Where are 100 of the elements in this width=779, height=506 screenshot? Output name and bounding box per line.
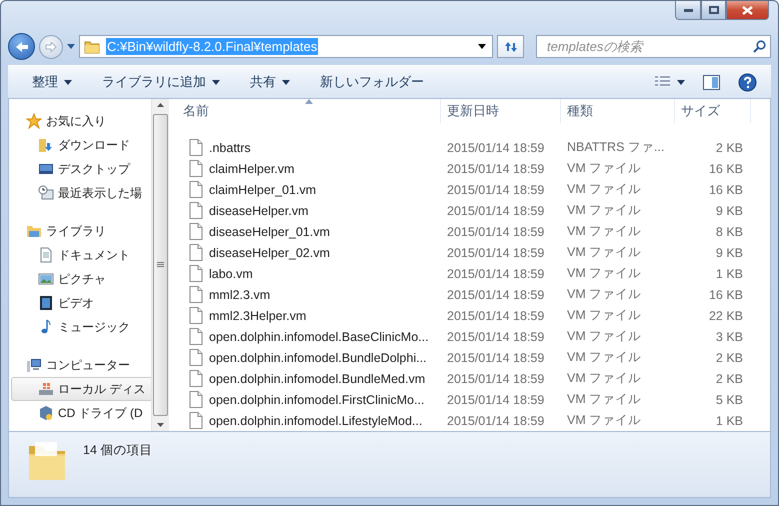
back-button[interactable] [8, 33, 35, 60]
file-icon [189, 139, 203, 156]
column-header[interactable]: 種類 [561, 99, 675, 123]
file-name[interactable]: mml2.3.vm [209, 288, 270, 302]
table-cell-text: 2015/01/14 18:59 [446, 392, 546, 406]
toolbar-button[interactable]: 整理 [20, 69, 84, 95]
file-name[interactable]: open.dolphin.infomodel.BundleDolphi... [209, 350, 427, 364]
minimize-button[interactable] [675, 1, 701, 20]
file-icon [189, 328, 203, 345]
scrollbar[interactable] [151, 99, 169, 431]
file-name[interactable]: claimHelper_01.vm [209, 182, 316, 196]
toolbar-button[interactable]: ライブラリに追加 [90, 69, 232, 95]
table-cell-text: VM ファイル [566, 307, 642, 324]
table-cell-text: VM ファイル [566, 391, 642, 408]
sort-arrow-icon [304, 99, 312, 104]
preview-pane-button[interactable] [701, 72, 722, 92]
file-name[interactable]: diseaseHelper.vm [209, 204, 308, 218]
help-button[interactable] [736, 70, 759, 94]
picture-icon [38, 271, 54, 287]
toolbar-button[interactable]: 新しいフォルダー [308, 69, 436, 95]
refresh-icon [504, 40, 518, 52]
search-icon [753, 40, 766, 53]
column-header[interactable]: 更新日時 [441, 99, 561, 123]
file-name[interactable]: .nbattrs [209, 140, 251, 154]
maximize-button[interactable] [701, 1, 726, 20]
table-cell-text: VM ファイル [566, 160, 642, 177]
file-icon [189, 307, 203, 324]
recent-places-icon [38, 185, 54, 201]
details-view-icon [655, 76, 671, 88]
file-icon [189, 349, 203, 366]
close-icon [742, 6, 753, 14]
dropdown-icon[interactable] [478, 44, 486, 49]
close-button[interactable] [726, 1, 769, 20]
table-cell-text: 22 KB [708, 308, 744, 322]
history-dropdown-icon[interactable] [67, 44, 75, 49]
table-cell-text: VM ファイル [566, 244, 642, 261]
document-icon [38, 247, 54, 263]
file-icon [189, 160, 203, 177]
sidebar-item[interactable]: ビデオ [11, 291, 151, 315]
search-box[interactable]: templatesの検索 [536, 35, 771, 58]
table-cell-text: VM ファイル [566, 181, 642, 198]
grip-icon [157, 262, 164, 268]
table-cell-text: 2015/01/14 18:59 [446, 224, 546, 238]
sidebar-item[interactable]: CD ドライブ (D [11, 401, 151, 425]
column-header[interactable]: 名前 [169, 99, 441, 123]
file-icon [189, 286, 203, 303]
file-name[interactable]: open.dolphin.infomodel.BaseClinicMo... [209, 330, 429, 344]
sidebar-item[interactable]: 最近表示した場 [11, 181, 151, 205]
scroll-thumb[interactable] [153, 114, 168, 416]
table-cell-text: 2015/01/14 18:59 [446, 246, 546, 260]
table-cell-text: VM ファイル [566, 286, 642, 303]
table-cell-text: 2015/01/14 18:59 [446, 372, 546, 386]
table-cell-text: 2015/01/14 18:59 [446, 266, 546, 280]
file-name[interactable]: open.dolphin.infomodel.BundleMed.vm [209, 372, 426, 386]
sidebar-group[interactable]: コンピューター [11, 353, 151, 377]
table-cell-text: 2 KB [714, 372, 744, 386]
sidebar-group[interactable]: お気に入り [11, 109, 151, 133]
desktop-icon [38, 161, 54, 177]
file-name[interactable]: diseaseHelper_01.vm [209, 224, 330, 238]
search-field[interactable]: templatesの検索 [545, 38, 753, 55]
sidebar-group[interactable]: ライブラリ [11, 219, 151, 243]
refresh-button[interactable] [497, 35, 524, 58]
toolbar-button[interactable]: 共有 [238, 69, 302, 95]
sidebar-item[interactable]: ピクチャ [11, 267, 151, 291]
file-name[interactable]: claimHelper.vm [209, 162, 294, 176]
table-cell-text: VM ファイル [566, 412, 642, 429]
table-cell-text: VM ファイル [566, 349, 642, 366]
sidebar-item[interactable]: ローカル ディス [11, 377, 151, 401]
table-cell-text: 2015/01/14 18:59 [446, 140, 546, 154]
maximize-icon [708, 6, 718, 14]
sidebar-item[interactable]: ミュージック [11, 315, 151, 339]
file-icon [189, 391, 203, 408]
sidebar-item[interactable]: ダウンロード [11, 133, 151, 157]
table-cell-text: 1 KB [714, 266, 744, 280]
file-icon [189, 181, 203, 198]
file-icon [189, 202, 203, 219]
table-cell-text: VM ファイル [566, 370, 642, 387]
sidebar-item[interactable]: ドキュメント [11, 243, 151, 267]
help-icon [738, 72, 757, 92]
library-icon [26, 223, 42, 239]
computer-icon [26, 357, 42, 373]
file-name[interactable]: diseaseHelper_02.vm [209, 246, 330, 260]
file-name[interactable]: mml2.3Helper.vm [209, 308, 306, 322]
table-cell-text: 2 KB [714, 350, 744, 364]
file-name[interactable]: open.dolphin.infomodel.FirstClinicMo... [209, 392, 424, 406]
folder-icon [27, 440, 67, 482]
column-header[interactable]: サイズ [675, 99, 751, 123]
file-name[interactable]: open.dolphin.infomodel.LifestyleMod... [209, 414, 422, 428]
table-cell-text: 8 KB [714, 224, 744, 238]
file-icon [189, 370, 203, 387]
sidebar-item[interactable]: デスクトップ [11, 157, 151, 181]
table-cell-text: VM ファイル [566, 265, 642, 282]
table-cell-text: 16 KB [708, 162, 744, 176]
table-cell-text: 2015/01/14 18:59 [446, 414, 546, 428]
file-name[interactable]: labo.vm [209, 266, 253, 280]
back-arrow-icon [14, 40, 28, 52]
table-cell-text: 16 KB [708, 288, 744, 302]
table-cell-text: 2015/01/14 18:59 [446, 308, 546, 322]
file-icon [189, 244, 203, 261]
folder-icon [84, 38, 100, 54]
